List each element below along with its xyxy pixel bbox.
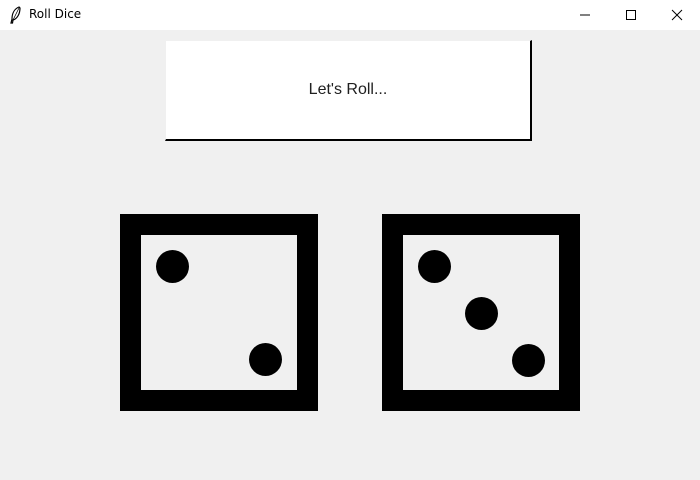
feather-icon (8, 6, 24, 24)
die-pip (512, 344, 545, 377)
close-icon (671, 6, 683, 25)
app-window: Roll Dice Let's Roll... (0, 0, 700, 480)
die-pip (156, 250, 189, 283)
minimize-button[interactable] (562, 0, 608, 30)
roll-button-label: Let's Roll... (308, 81, 388, 98)
die-right (382, 214, 580, 411)
die-pip (418, 250, 451, 283)
window-title: Roll Dice (29, 7, 82, 21)
die-pip (249, 343, 282, 376)
close-button[interactable] (654, 0, 700, 30)
die-pip (465, 297, 498, 330)
maximize-icon (625, 6, 637, 25)
minimize-icon (579, 6, 591, 25)
maximize-button[interactable] (608, 0, 654, 30)
roll-button[interactable]: Let's Roll... (165, 40, 532, 141)
title-bar[interactable]: Roll Dice (0, 0, 700, 30)
die-left (120, 214, 318, 411)
